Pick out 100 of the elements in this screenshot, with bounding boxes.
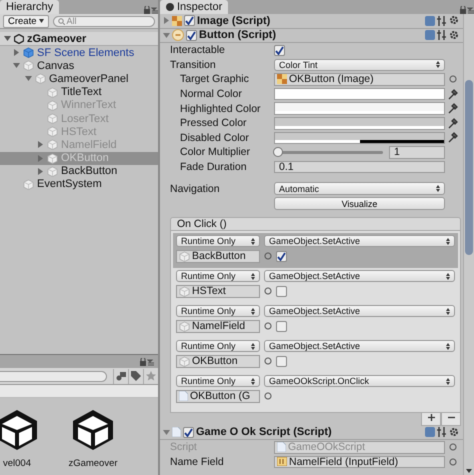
- object-field[interactable]: BackButton: [176, 250, 260, 263]
- checkbox[interactable]: [186, 30, 197, 41]
- color-field[interactable]: [274, 102, 445, 115]
- checkbox[interactable]: [276, 320, 287, 332]
- sliders-icon[interactable]: [437, 30, 447, 40]
- mode-dropdown[interactable]: Runtime Only: [176, 374, 260, 388]
- sliders-icon[interactable]: [437, 16, 447, 26]
- checkbox[interactable]: [184, 15, 195, 26]
- component-header[interactable]: Game O Ok Script (Script): [160, 426, 463, 440]
- gear-icon[interactable]: [449, 30, 460, 41]
- hierarchy-item[interactable]: EventSystem: [0, 178, 158, 192]
- object-field[interactable]: NamelField (InputField): [274, 456, 445, 468]
- mode-dropdown[interactable]: Runtime Only: [176, 340, 260, 352]
- function-dropdown[interactable]: GameObject.SetActive: [264, 270, 455, 282]
- remove-button[interactable]: [441, 412, 461, 426]
- object-field[interactable]: OKButton (Image): [274, 73, 445, 86]
- slider-thumb[interactable]: [273, 147, 283, 158]
- color-field[interactable]: [274, 132, 445, 144]
- collapsed-arrow-icon[interactable]: [36, 168, 44, 175]
- dropdown[interactable]: Automatic: [274, 182, 445, 195]
- dropdown-arrows-icon: [436, 185, 440, 192]
- eyedropper-icon[interactable]: [448, 132, 458, 144]
- hierarchy-tab[interactable]: Hierarchy: [0, 0, 60, 14]
- function-dropdown[interactable]: GameObject.SetActive: [264, 304, 455, 318]
- number-field[interactable]: 1: [389, 146, 445, 159]
- expanded-arrow-icon[interactable]: [163, 32, 170, 39]
- function-dropdown[interactable]: GameOOkScript.OnClick: [264, 374, 455, 388]
- hierarchy-item[interactable]: TitleText: [0, 86, 158, 99]
- hierarchy-item[interactable]: GameoverPanel: [0, 72, 158, 86]
- tag-icon[interactable]: [128, 368, 143, 384]
- object-picker-icon[interactable]: [264, 287, 272, 296]
- star-icon[interactable]: [143, 368, 158, 384]
- expanded-arrow-icon[interactable]: [163, 428, 170, 436]
- event-entry[interactable]: Runtime Only GameObject.SetActive BackButton: [173, 232, 458, 268]
- object-picker-icon[interactable]: [264, 252, 272, 260]
- event-entry[interactable]: Runtime Only GameObject.SetActive OKButton: [173, 338, 458, 373]
- object-picker-icon[interactable]: [264, 357, 272, 366]
- object-field[interactable]: HSText: [176, 284, 260, 298]
- scene-asset[interactable]: zGameover: [66, 408, 120, 469]
- gear-icon[interactable]: [449, 15, 460, 26]
- hierarchy-item[interactable]: SF Scene Elements: [0, 46, 158, 60]
- hierarchy-item[interactable]: Canvas: [0, 59, 158, 72]
- object-picker-icon[interactable]: [264, 392, 272, 400]
- scrollbar[interactable]: [463, 14, 474, 475]
- hierarchy-item-label: HSText: [61, 126, 96, 138]
- field-label: Normal Color: [180, 88, 242, 100]
- checkbox[interactable]: [276, 250, 287, 262]
- filter-type-icon[interactable]: [113, 368, 128, 384]
- scene-asset[interactable]: vel004: [0, 408, 44, 469]
- expanded-arrow-icon[interactable]: [12, 62, 20, 70]
- checkbox[interactable]: [276, 286, 287, 297]
- expanded-arrow-icon[interactable]: [24, 75, 32, 82]
- collapsed-arrow-icon[interactable]: [163, 17, 170, 24]
- create-button[interactable]: Create: [3, 14, 49, 28]
- number-field[interactable]: 0.1: [274, 160, 445, 174]
- eyedropper-icon[interactable]: [448, 103, 458, 114]
- gear-icon[interactable]: [449, 426, 460, 438]
- slider[interactable]: [276, 147, 383, 158]
- event-entry[interactable]: Runtime Only GameObject.SetActive HSText: [173, 268, 458, 303]
- color-field[interactable]: [274, 88, 445, 100]
- function-dropdown[interactable]: GameObject.SetActive: [264, 340, 455, 352]
- project-search-field[interactable]: [0, 370, 107, 382]
- inspector-tab[interactable]: Inspector: [160, 0, 228, 14]
- add-button[interactable]: [421, 412, 441, 426]
- object-field[interactable]: OKButton (G: [176, 390, 260, 403]
- object-picker-icon[interactable]: [449, 75, 457, 84]
- hierarchy-item-label: WinnerText: [61, 99, 116, 112]
- visualize-button[interactable]: Visualize: [274, 196, 445, 210]
- mode-dropdown[interactable]: Runtime Only: [176, 270, 260, 282]
- object-field[interactable]: OKButton: [176, 354, 260, 368]
- object-field[interactable]: NamelField: [176, 320, 260, 333]
- sliders-icon[interactable]: [437, 427, 447, 438]
- component-title: Button (Script): [199, 29, 276, 42]
- event-entry[interactable]: Runtime Only GameOOkScript.OnClick OKButton (G: [173, 372, 458, 408]
- checkbox[interactable]: [183, 426, 194, 438]
- lock-icon[interactable]: [140, 358, 154, 366]
- mode-dropdown[interactable]: Runtime Only: [176, 304, 260, 318]
- scene-header[interactable]: zGameover: [0, 32, 158, 46]
- checkbox[interactable]: [276, 356, 287, 367]
- component-header[interactable]: Button (Script): [160, 28, 463, 43]
- color-field[interactable]: [274, 117, 445, 130]
- eyedropper-icon[interactable]: [448, 88, 458, 100]
- expanded-arrow-icon[interactable]: [4, 35, 11, 42]
- event-entry[interactable]: Runtime Only GameObject.SetActive NamelField: [173, 302, 458, 338]
- eyedropper-icon[interactable]: [448, 118, 458, 129]
- collapsed-arrow-icon[interactable]: [12, 49, 20, 56]
- collapsed-arrow-icon[interactable]: [36, 141, 44, 148]
- hierarchy-item[interactable]: BackButton: [0, 164, 158, 178]
- scroll-down-icon[interactable]: [466, 469, 472, 473]
- cube-icon: [179, 356, 190, 367]
- function-dropdown[interactable]: GameObject.SetActive: [264, 234, 455, 248]
- dropdown-arrows-icon: [446, 272, 450, 280]
- scene-name: zGameover: [27, 32, 86, 44]
- dropdown[interactable]: Color Tint: [274, 58, 445, 72]
- component-header[interactable]: Image (Script): [160, 14, 463, 28]
- lock-icon[interactable]: [144, 6, 158, 14]
- object-picker-icon[interactable]: [264, 322, 272, 330]
- mode-dropdown[interactable]: Runtime Only: [176, 234, 260, 248]
- checkbox[interactable]: [274, 44, 285, 56]
- lock-icon[interactable]: [460, 6, 474, 14]
